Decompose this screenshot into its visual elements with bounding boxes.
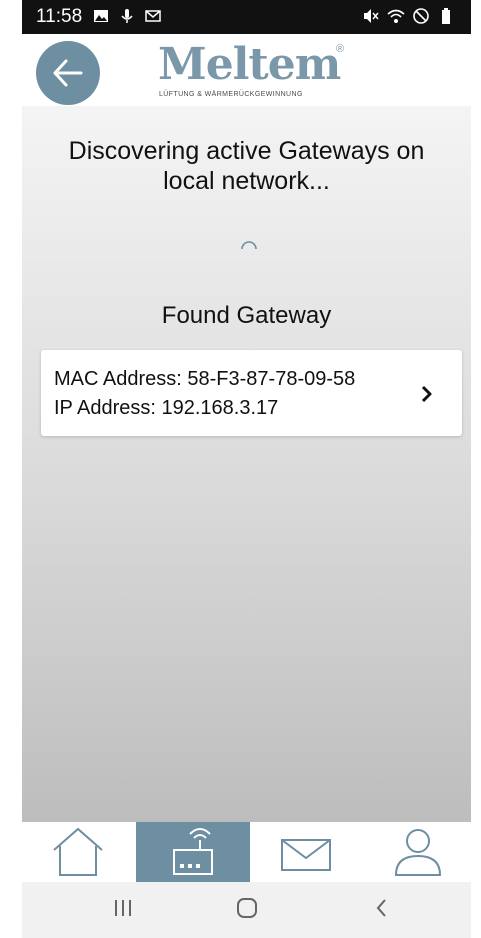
home-button-icon[interactable] xyxy=(235,896,259,920)
meltem-logo: Meltem ® LÜFTUNG & WÄRMERÜCKGEWINNUNG xyxy=(158,39,348,99)
tab-messages[interactable] xyxy=(250,822,362,882)
status-time: 11:58 xyxy=(36,6,83,27)
house-icon xyxy=(53,827,103,876)
person-icon xyxy=(394,829,442,876)
gateway-mac-address: MAC Address: 58-F3-87-78-09-58 xyxy=(54,368,356,390)
envelope-icon xyxy=(281,839,331,871)
router-icon xyxy=(173,828,213,875)
found-gateway-title: Found Gateway xyxy=(161,302,332,329)
tab-gateway[interactable] xyxy=(136,822,250,882)
bottom-tab-bar xyxy=(22,822,471,882)
tab-profile[interactable] xyxy=(362,822,471,882)
muted-signal-icon xyxy=(364,9,379,23)
spinner-icon xyxy=(241,241,257,250)
gateway-list-item[interactable]: MAC Address: 58-F3-87-78-09-58 IP Addres… xyxy=(41,350,462,436)
status-right-icons xyxy=(362,7,455,25)
tab-home[interactable] xyxy=(22,822,134,882)
do-not-disturb-icon xyxy=(413,8,429,24)
phone-screen: 11:58 Meltem ® LÜFTUNG & WÄRMERÜCKGEWINN… xyxy=(22,0,471,938)
app-header: Meltem ® LÜFTUNG & WÄRMERÜCKGEWINNUNG xyxy=(22,34,471,107)
microphone-icon xyxy=(121,9,133,23)
system-nav-bar xyxy=(22,882,471,938)
battery-icon xyxy=(442,8,450,24)
gmail-icon xyxy=(145,10,161,22)
logo-registered-mark: ® xyxy=(336,43,345,55)
logo-tagline: LÜFTUNG & WÄRMERÜCKGEWINNUNG xyxy=(159,91,303,98)
status-bar: 11:58 xyxy=(22,0,471,34)
chevron-right-icon xyxy=(421,385,432,403)
image-icon xyxy=(94,10,108,22)
discovery-status-text: Discovering active Gateways on local net… xyxy=(68,137,425,195)
back-nav-icon[interactable] xyxy=(372,896,392,920)
back-button[interactable] xyxy=(36,41,100,105)
recent-apps-icon[interactable] xyxy=(112,896,134,920)
discovery-panel: Discovering active Gateways on local net… xyxy=(22,106,471,822)
status-left-icons xyxy=(92,7,162,25)
logo-word: Meltem xyxy=(158,39,341,90)
arrow-left-icon xyxy=(53,59,83,87)
wifi-icon xyxy=(387,9,405,23)
gateway-ip-address: IP Address: 192.168.3.17 xyxy=(54,397,279,419)
